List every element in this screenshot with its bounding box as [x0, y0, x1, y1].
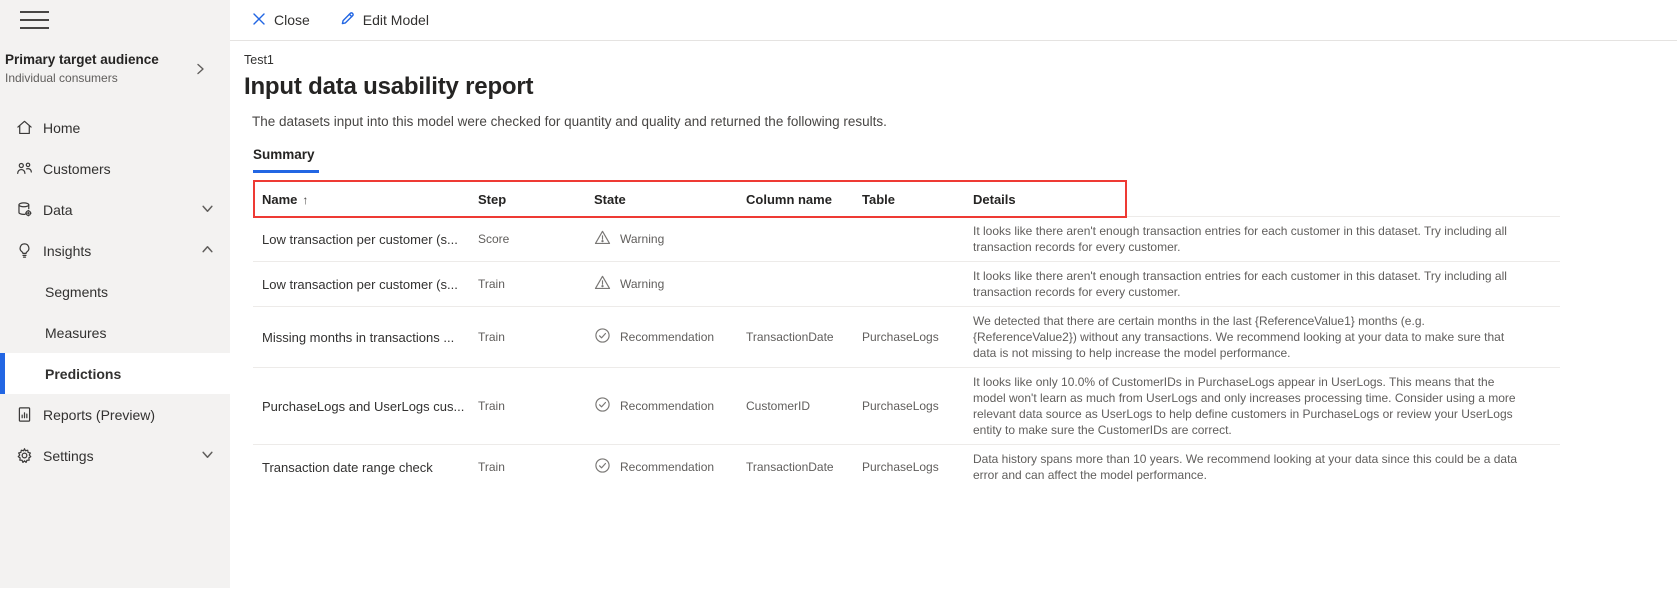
column-header-step: Step [478, 191, 507, 207]
sidebar-item-segments[interactable]: Segments [0, 271, 230, 312]
row-step: Train [478, 277, 505, 291]
state-label: Recommendation [620, 330, 715, 344]
sidebar-item-label: Home [43, 119, 81, 136]
sort-ascending-icon: ↑ [302, 192, 309, 207]
row-details: Data history spans more than 10 years. W… [973, 452, 1518, 482]
row-name: Low transaction per customer (s... [262, 231, 458, 247]
sidebar-item-label: Segments [45, 283, 109, 300]
tab-bar: Summary [253, 146, 1677, 173]
chevron-up-icon [201, 243, 214, 259]
audience-switcher[interactable]: Primary target audience Individual consu… [0, 48, 230, 89]
row-table: PurchaseLogs [862, 399, 939, 413]
recommendation-icon [594, 327, 611, 347]
sidebar-item-label: Customers [43, 160, 111, 177]
warning-icon [594, 274, 611, 294]
chevron-right-icon [194, 62, 206, 80]
audience-title: Primary target audience [5, 52, 159, 67]
sidebar-item-label: Reports (Preview) [43, 406, 156, 423]
row-step: Score [478, 232, 510, 246]
row-state: Recommendation [585, 457, 737, 477]
state-label: Recommendation [620, 399, 715, 413]
gear-icon [15, 447, 33, 465]
warning-icon [594, 229, 611, 249]
table-row: Transaction date range check Train Recom… [253, 444, 1560, 489]
sidebar-item-insights[interactable]: Insights [0, 230, 230, 271]
sidebar-nav: Home Customers Data Insights Segments Me… [0, 107, 230, 476]
state-label: Warning [620, 232, 665, 246]
row-step: Train [478, 460, 505, 474]
people-icon [15, 160, 33, 178]
row-details: We detected that there are certain month… [973, 314, 1505, 360]
chevron-down-icon [201, 448, 214, 464]
sidebar-item-label: Predictions [45, 365, 122, 382]
tab-summary[interactable]: Summary [253, 147, 319, 173]
column-header-details: Details [973, 191, 1016, 207]
table-row: Low transaction per customer (s... Score… [253, 216, 1560, 261]
close-button-label: Close [274, 12, 310, 28]
sidebar-item-label: Data [43, 201, 73, 218]
database-icon [15, 201, 33, 219]
row-table: PurchaseLogs [862, 460, 939, 474]
state-label: Recommendation [620, 460, 715, 474]
edit-model-button[interactable]: Edit Model [332, 4, 437, 36]
lightbulb-icon [15, 242, 33, 260]
home-icon [15, 119, 33, 137]
row-state: Warning [585, 229, 737, 249]
recommendation-icon [594, 457, 611, 477]
pencil-icon [340, 11, 355, 29]
sidebar-item-predictions[interactable]: Predictions [0, 353, 230, 394]
row-step: Train [478, 330, 505, 344]
sidebar-item-label: Settings [43, 447, 94, 464]
main-content: Test1 Input data usability report The da… [230, 42, 1677, 592]
table-row: PurchaseLogs and UserLogs cus... Train R… [253, 367, 1560, 444]
app-window: Primary target audience Individual consu… [0, 0, 1677, 592]
close-button[interactable]: Close [244, 4, 318, 36]
sidebar-item-measures[interactable]: Measures [0, 312, 230, 353]
chevron-down-icon [201, 202, 214, 218]
row-name: Transaction date range check [262, 459, 433, 475]
sidebar-item-label: Measures [45, 324, 107, 341]
row-state: Recommendation [585, 396, 737, 416]
row-state: Recommendation [585, 327, 737, 347]
row-details: It looks like only 10.0% of CustomerIDs … [973, 375, 1516, 437]
row-name: Missing months in transactions ... [262, 329, 455, 345]
sidebar-item-reports[interactable]: Reports (Preview) [0, 394, 230, 435]
breadcrumb: Test1 [244, 53, 274, 67]
row-step: Train [478, 399, 505, 413]
sidebar-item-customers[interactable]: Customers [0, 148, 230, 189]
command-bar: Close Edit Model [230, 0, 1677, 41]
edit-model-button-label: Edit Model [362, 12, 429, 28]
row-name: Low transaction per customer (s... [262, 276, 458, 292]
row-state: Warning [585, 274, 737, 294]
close-icon [252, 12, 266, 29]
column-header-column-name: Column name [746, 191, 832, 207]
row-name: PurchaseLogs and UserLogs cus... [262, 398, 465, 414]
row-column-name: TransactionDate [746, 460, 834, 474]
row-table: PurchaseLogs [862, 330, 939, 344]
page-title: Input data usability report [244, 73, 534, 100]
column-header-state: State [594, 191, 626, 207]
sidebar-item-settings[interactable]: Settings [0, 435, 230, 476]
row-details: It looks like there aren't enough transa… [973, 224, 1507, 254]
page-description: The datasets input into this model were … [252, 114, 887, 129]
row-column-name: TransactionDate [746, 330, 834, 344]
sidebar: Primary target audience Individual consu… [0, 0, 230, 588]
sidebar-item-label: Insights [43, 242, 92, 259]
hamburger-icon[interactable] [20, 9, 49, 29]
state-label: Warning [620, 277, 665, 291]
sidebar-item-data[interactable]: Data [0, 189, 230, 230]
row-column-name: CustomerID [746, 399, 811, 413]
table-row: Missing months in transactions ... Train… [253, 306, 1560, 367]
table-header-row: Name ↑ Step State Column name Table Detai… [253, 182, 1560, 216]
column-header-table: Table [862, 191, 895, 207]
table-row: Low transaction per customer (s... Train… [253, 261, 1560, 306]
column-header-name[interactable]: Name ↑ [253, 192, 469, 207]
row-details: It looks like there aren't enough transa… [973, 269, 1507, 299]
usability-report-table: Name ↑ Step State Column name Table Detai… [253, 180, 1560, 489]
sidebar-item-home[interactable]: Home [0, 107, 230, 148]
audience-subtitle: Individual consumers [5, 71, 118, 85]
recommendation-icon [594, 396, 611, 416]
report-icon [15, 406, 33, 424]
